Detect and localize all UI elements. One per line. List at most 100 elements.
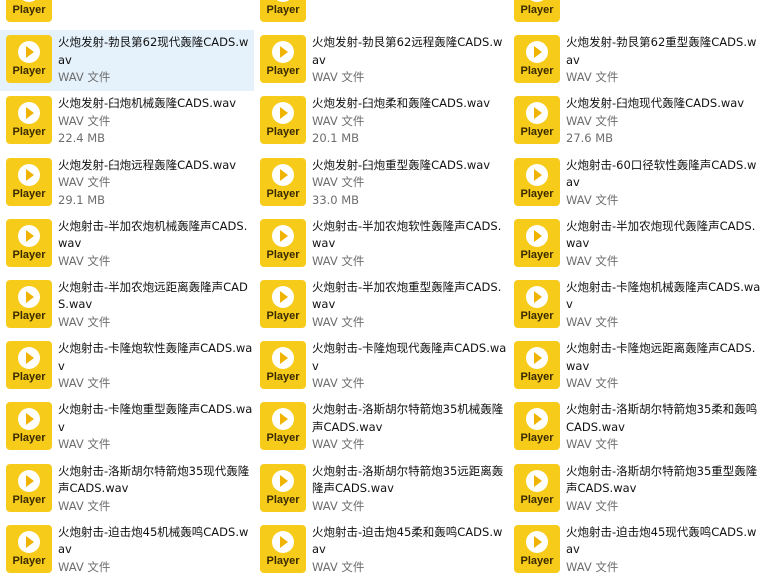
player-label: Player: [12, 248, 46, 261]
file-tile[interactable]: Player 火炮发射-勃艮第62现代轰隆CADS.wav WAV 文件: [0, 30, 254, 92]
file-info: 火炮发射-勃艮第62现代轰隆CADS.wav WAV 文件: [58, 34, 253, 87]
player-label: Player: [266, 371, 300, 384]
file-info: 火炮射击-卡隆炮重型轰隆声CADS.wav WAV 文件: [58, 401, 253, 454]
file-tile[interactable]: Player WAV 文件: [508, 0, 762, 30]
play-icon: [526, 408, 548, 431]
file-tile[interactable]: Player 火炮射击-卡隆炮重型轰隆声CADS.wav WAV 文件: [0, 397, 254, 458]
file-type: WAV 文件: [58, 314, 111, 329]
file-type: WAV 文件: [566, 314, 619, 329]
file-tile[interactable]: Player WAV 文件: [254, 0, 508, 30]
file-name: 火炮射击-卡隆炮现代轰隆声CADS.wav: [312, 341, 507, 373]
player-label: Player: [12, 309, 46, 322]
player-thumbnail: Player: [514, 524, 560, 573]
file-tile[interactable]: Player 火炮射击-洛斯胡尔特箭炮35现代轰隆声CADS.wav WAV 文…: [0, 459, 254, 520]
file-name: 火炮射击-半加农炮现代轰隆声CADS.wav: [566, 218, 756, 251]
file-tile[interactable]: Player 火炮射击-洛斯胡尔特箭炮35机械轰隆声CADS.wav WAV 文…: [254, 397, 508, 458]
player-thumbnail: Player: [260, 279, 306, 328]
file-type: WAV 文件: [312, 314, 365, 329]
play-icon: [18, 224, 40, 247]
file-name: 火炮射击-洛斯胡尔特箭炮35柔和轰鸣CADS.wav: [566, 402, 758, 434]
file-type: WAV 文件: [566, 113, 619, 128]
player-label: Player: [520, 493, 554, 506]
file-tile[interactable]: Player WAV 文件: [0, 0, 254, 30]
file-name: 火炮射击-卡隆炮软性轰隆声CADS.wav: [58, 341, 253, 373]
player-thumbnail: Player: [514, 35, 560, 84]
player-thumbnail: Player: [6, 279, 52, 328]
file-type: WAV 文件: [58, 113, 111, 128]
file-tile[interactable]: Player 火炮射击-半加农炮重型轰隆声CADS.wav WAV 文件: [254, 275, 508, 336]
player-thumbnail: Player: [6, 157, 52, 206]
file-tile[interactable]: Player 火炮射击-洛斯胡尔特箭炮35远距离轰隆声CADS.wav WAV …: [254, 459, 508, 520]
play-icon: [272, 224, 294, 247]
play-icon: [526, 285, 548, 308]
player-thumbnail: Player: [514, 218, 560, 267]
file-tile[interactable]: Player 火炮射击-卡隆炮现代轰隆声CADS.wav WAV 文件: [254, 336, 508, 397]
player-label: Player: [266, 187, 300, 200]
file-info: 火炮射击-半加农炮重型轰隆声CADS.wav WAV 文件: [312, 279, 507, 332]
file-tile[interactable]: Player 火炮射击-半加农炮远距离轰隆声CADS.wav WAV 文件: [0, 275, 254, 336]
file-tile[interactable]: Player 火炮射击-卡隆炮机械轰隆声CADS.wav WAV 文件: [508, 275, 762, 336]
file-size: 27.6 MB: [566, 131, 614, 146]
file-tile[interactable]: Player 火炮发射-勃艮第62远程轰隆CADS.wav WAV 文件: [254, 30, 508, 91]
file-tile[interactable]: Player 火炮发射-臼炮重型轰隆CADS.wav WAV 文件 33.0 M…: [254, 153, 508, 214]
file-type: WAV 文件: [566, 253, 619, 268]
play-icon: [526, 0, 548, 2]
file-tile[interactable]: Player 火炮射击-卡隆炮软性轰隆声CADS.wav WAV 文件: [0, 336, 254, 397]
player-label: Player: [266, 493, 300, 506]
file-name: 火炮发射-勃艮第62重型轰隆CADS.wav: [566, 35, 757, 67]
file-tile[interactable]: Player 火炮发射-臼炮远程轰隆CADS.wav WAV 文件 29.1 M…: [0, 153, 254, 214]
file-name: 火炮射击-洛斯胡尔特箭炮35远距离轰隆声CADS.wav: [312, 463, 504, 496]
file-tile[interactable]: Player 火炮发射-臼炮现代轰隆CADS.wav WAV 文件 27.6 M…: [508, 91, 762, 152]
player-thumbnail: Player: [514, 96, 560, 145]
file-tile[interactable]: Player 火炮射击-迫击炮45机械轰鸣CADS.wav WAV 文件: [0, 520, 254, 581]
player-label: Player: [12, 371, 46, 384]
file-tile[interactable]: Player 火炮射击-60口径软性轰隆声CADS.wav WAV 文件: [508, 153, 762, 214]
file-tile[interactable]: Player 火炮射击-半加农炮软性轰隆声CADS.wav WAV 文件: [254, 214, 508, 275]
file-type: WAV 文件: [58, 376, 111, 391]
file-size: 20.1 MB: [312, 131, 360, 146]
play-icon: [272, 347, 294, 370]
file-name: 火炮发射-臼炮现代轰隆CADS.wav: [566, 96, 745, 111]
player-thumbnail: Player: [6, 218, 52, 267]
file-tile[interactable]: Player 火炮射击-迫击炮45柔和轰鸣CADS.wav WAV 文件: [254, 520, 508, 581]
player-thumbnail: Player: [260, 341, 306, 390]
file-tile[interactable]: Player 火炮射击-半加农炮机械轰隆声CADS.wav WAV 文件: [0, 214, 254, 275]
file-tile[interactable]: Player 火炮射击-卡隆炮远距离轰隆声CADS.wav WAV 文件: [508, 336, 762, 397]
player-label: Player: [520, 309, 554, 322]
play-icon: [18, 530, 40, 553]
file-type: WAV 文件: [312, 113, 365, 128]
play-icon: [272, 530, 294, 553]
player-thumbnail: Player: [260, 35, 306, 84]
file-name: 火炮发射-勃艮第62现代轰隆CADS.wav: [58, 35, 249, 67]
file-name: 火炮发射-臼炮柔和轰隆CADS.wav: [312, 96, 491, 111]
file-name: 火炮发射-臼炮远程轰隆CADS.wav: [58, 157, 237, 172]
file-type: WAV 文件: [58, 175, 111, 190]
file-type: WAV 文件: [312, 376, 365, 391]
file-info: 火炮射击-洛斯胡尔特箭炮35重型轰隆声CADS.wav WAV 文件: [566, 463, 761, 516]
player-label: Player: [12, 432, 46, 445]
play-icon: [526, 347, 548, 370]
file-info: 火炮射击-半加农炮远距离轰隆声CADS.wav WAV 文件: [58, 279, 253, 332]
file-info: 火炮射击-洛斯胡尔特箭炮35现代轰隆声CADS.wav WAV 文件: [58, 463, 253, 516]
file-tile[interactable]: Player 火炮射击-半加农炮现代轰隆声CADS.wav WAV 文件: [508, 214, 762, 275]
file-info: 火炮射击-迫击炮45现代轰鸣CADS.wav WAV 文件: [566, 524, 761, 577]
file-tile[interactable]: Player 火炮发射-臼炮机械轰隆CADS.wav WAV 文件 22.4 M…: [0, 91, 254, 152]
play-icon: [272, 408, 294, 431]
player-label: Player: [266, 554, 300, 567]
player-label: Player: [520, 554, 554, 567]
file-info: 火炮发射-臼炮远程轰隆CADS.wav WAV 文件 29.1 MB: [58, 157, 253, 210]
file-info: 火炮射击-洛斯胡尔特箭炮35远距离轰隆声CADS.wav WAV 文件: [312, 463, 507, 516]
player-thumbnail: Player: [514, 463, 560, 512]
file-type: WAV 文件: [566, 437, 619, 452]
file-name: 火炮射击-迫击炮45机械轰鸣CADS.wav: [58, 524, 249, 557]
file-tile[interactable]: Player 火炮发射-臼炮柔和轰隆CADS.wav WAV 文件 20.1 M…: [254, 91, 508, 152]
file-type: WAV 文件: [58, 498, 111, 513]
file-tile[interactable]: Player 火炮射击-迫击炮45现代轰鸣CADS.wav WAV 文件: [508, 520, 762, 581]
file-tile[interactable]: Player 火炮发射-勃艮第62重型轰隆CADS.wav WAV 文件: [508, 30, 762, 91]
file-tile[interactable]: Player 火炮射击-洛斯胡尔特箭炮35柔和轰鸣CADS.wav WAV 文件: [508, 397, 762, 458]
player-label: Player: [12, 65, 46, 78]
play-icon: [18, 347, 40, 370]
player-thumbnail: Player: [6, 524, 52, 573]
file-tile[interactable]: Player 火炮射击-洛斯胡尔特箭炮35重型轰隆声CADS.wav WAV 文…: [508, 459, 762, 520]
file-name: 火炮射击-洛斯胡尔特箭炮35现代轰隆声CADS.wav: [58, 463, 250, 496]
